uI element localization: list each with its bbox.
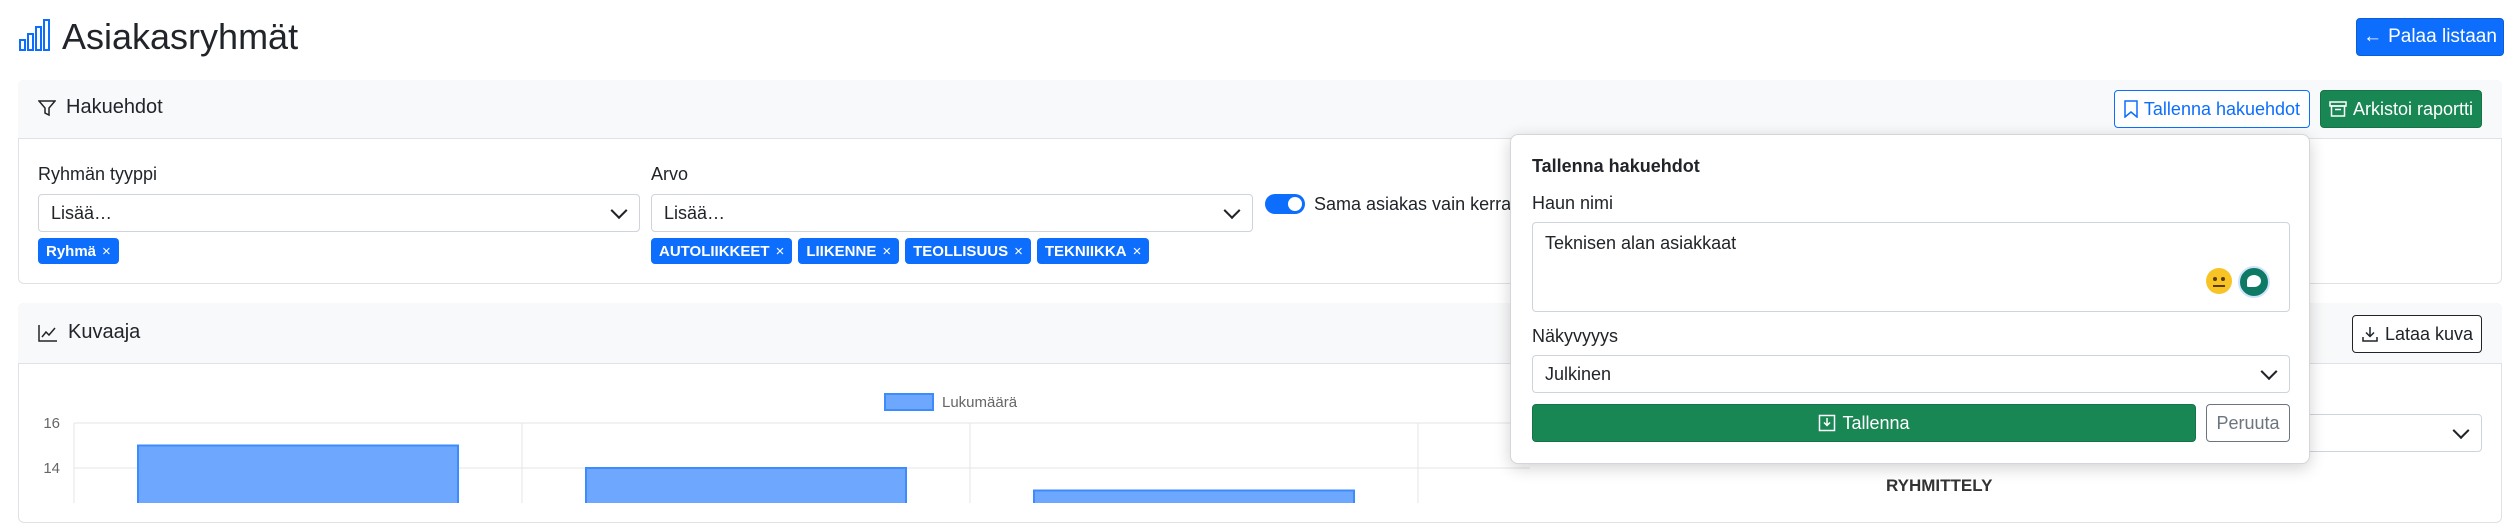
search-name-label: Haun nimi: [1532, 193, 1614, 213]
y-tick-label: 14: [43, 460, 60, 477]
download-label: Lataa kuva: [2384, 323, 2474, 344]
close-icon[interactable]: ×: [102, 243, 111, 260]
value-tags: AUTOLIIKKEET × LIIKENNE × TEOLLISUUS × TEKN…: [651, 238, 1150, 264]
visibility-label: Näkyvyyys: [1532, 326, 1619, 346]
chevron-down-icon: [2260, 363, 2278, 381]
popover-title: Tallenna hakuehdot: [1532, 156, 1700, 176]
search-name-field[interactable]: Teknisen alan asiakkaat: [1532, 222, 2290, 312]
download-image-button[interactable]: Lataa kuva: [2352, 315, 2482, 353]
chart-header: Kuvaaja: [38, 321, 140, 344]
bar-chart: 1614: [43, 415, 1530, 504]
legend-swatch: [884, 393, 934, 411]
chart-title: Kuvaaja: [68, 321, 141, 343]
line-chart-icon: [38, 324, 57, 342]
value-placeholder: Lisää…: [664, 202, 726, 223]
save-label: Tallenna: [1842, 412, 1910, 433]
chart-legend: Lukumäärä: [884, 393, 1017, 411]
archive-report-button[interactable]: Arkistoi raportti: [2320, 90, 2482, 128]
value-tag[interactable]: TEKNIIKKA ×: [1036, 238, 1150, 264]
close-icon[interactable]: ×: [882, 243, 891, 260]
chart-bar[interactable]: [585, 467, 907, 503]
chevron-down-icon: [2452, 422, 2470, 440]
filters-title: Hakuehdot: [66, 96, 163, 118]
group-type-label: Ryhmän tyyppi: [38, 164, 158, 184]
back-button-label: Palaa listaan: [2388, 26, 2497, 47]
legend-label: Lukumäärä: [942, 393, 1018, 411]
same-customer-label: Sama asiakas vain kerran: [1314, 194, 1510, 214]
value-label: Arvo: [651, 164, 689, 184]
group-type-select[interactable]: Lisää…: [38, 194, 640, 232]
chevron-down-icon: [610, 202, 628, 220]
value-tag[interactable]: LIIKENNE ×: [798, 238, 900, 264]
filter-icon: [38, 99, 56, 116]
save-button[interactable]: Tallenna: [1532, 404, 2196, 442]
save-search-button[interactable]: Tallenna hakuehdot: [2114, 90, 2310, 128]
cancel-label: Peruuta: [2216, 412, 2280, 433]
group-type-placeholder: Lisää…: [51, 202, 113, 223]
group-type-tag[interactable]: Ryhmä ×: [38, 238, 119, 264]
grouping-label: RYHMITTELY: [1886, 476, 1993, 495]
filters-header: Hakuehdot: [38, 96, 163, 119]
back-to-list-button[interactable]: ← Palaa listaan: [2356, 18, 2504, 56]
chart-bar[interactable]: [137, 444, 459, 504]
cancel-button[interactable]: Peruuta: [2206, 404, 2290, 442]
search-name-value: Teknisen alan asiakkaat: [1545, 233, 1737, 253]
download-icon: [2362, 327, 2378, 342]
archive-report-label: Arkistoi raportti: [2352, 98, 2474, 119]
arrow-left-icon: ←: [2363, 26, 2383, 47]
emoji-icon[interactable]: [2206, 268, 2232, 294]
chat-assistant-icon[interactable]: [2238, 266, 2270, 298]
archive-icon: [2329, 101, 2347, 117]
y-tick-label: 16: [43, 415, 60, 432]
value-select[interactable]: Lisää…: [651, 194, 1253, 232]
close-icon[interactable]: ×: [1133, 243, 1142, 260]
bar-chart-icon: [19, 19, 50, 51]
visibility-value: Julkinen: [1545, 363, 1612, 384]
save-download-icon: [1819, 414, 1836, 432]
page-title: Asiakasryhmät: [62, 16, 299, 57]
same-customer-toggle[interactable]: [1265, 194, 1305, 214]
save-search-label: Tallenna hakuehdot: [2143, 98, 2301, 119]
close-icon[interactable]: ×: [1014, 243, 1023, 260]
close-icon[interactable]: ×: [776, 243, 785, 260]
group-type-tags: Ryhmä ×: [38, 238, 119, 264]
chevron-down-icon: [1223, 202, 1241, 220]
value-tag[interactable]: AUTOLIIKKEET ×: [651, 238, 793, 264]
visibility-select[interactable]: Julkinen: [1532, 355, 2290, 393]
chart-bar[interactable]: [1033, 489, 1355, 504]
value-tag[interactable]: TEOLLISUUS ×: [905, 238, 1031, 264]
bookmark-icon: [2124, 100, 2138, 118]
